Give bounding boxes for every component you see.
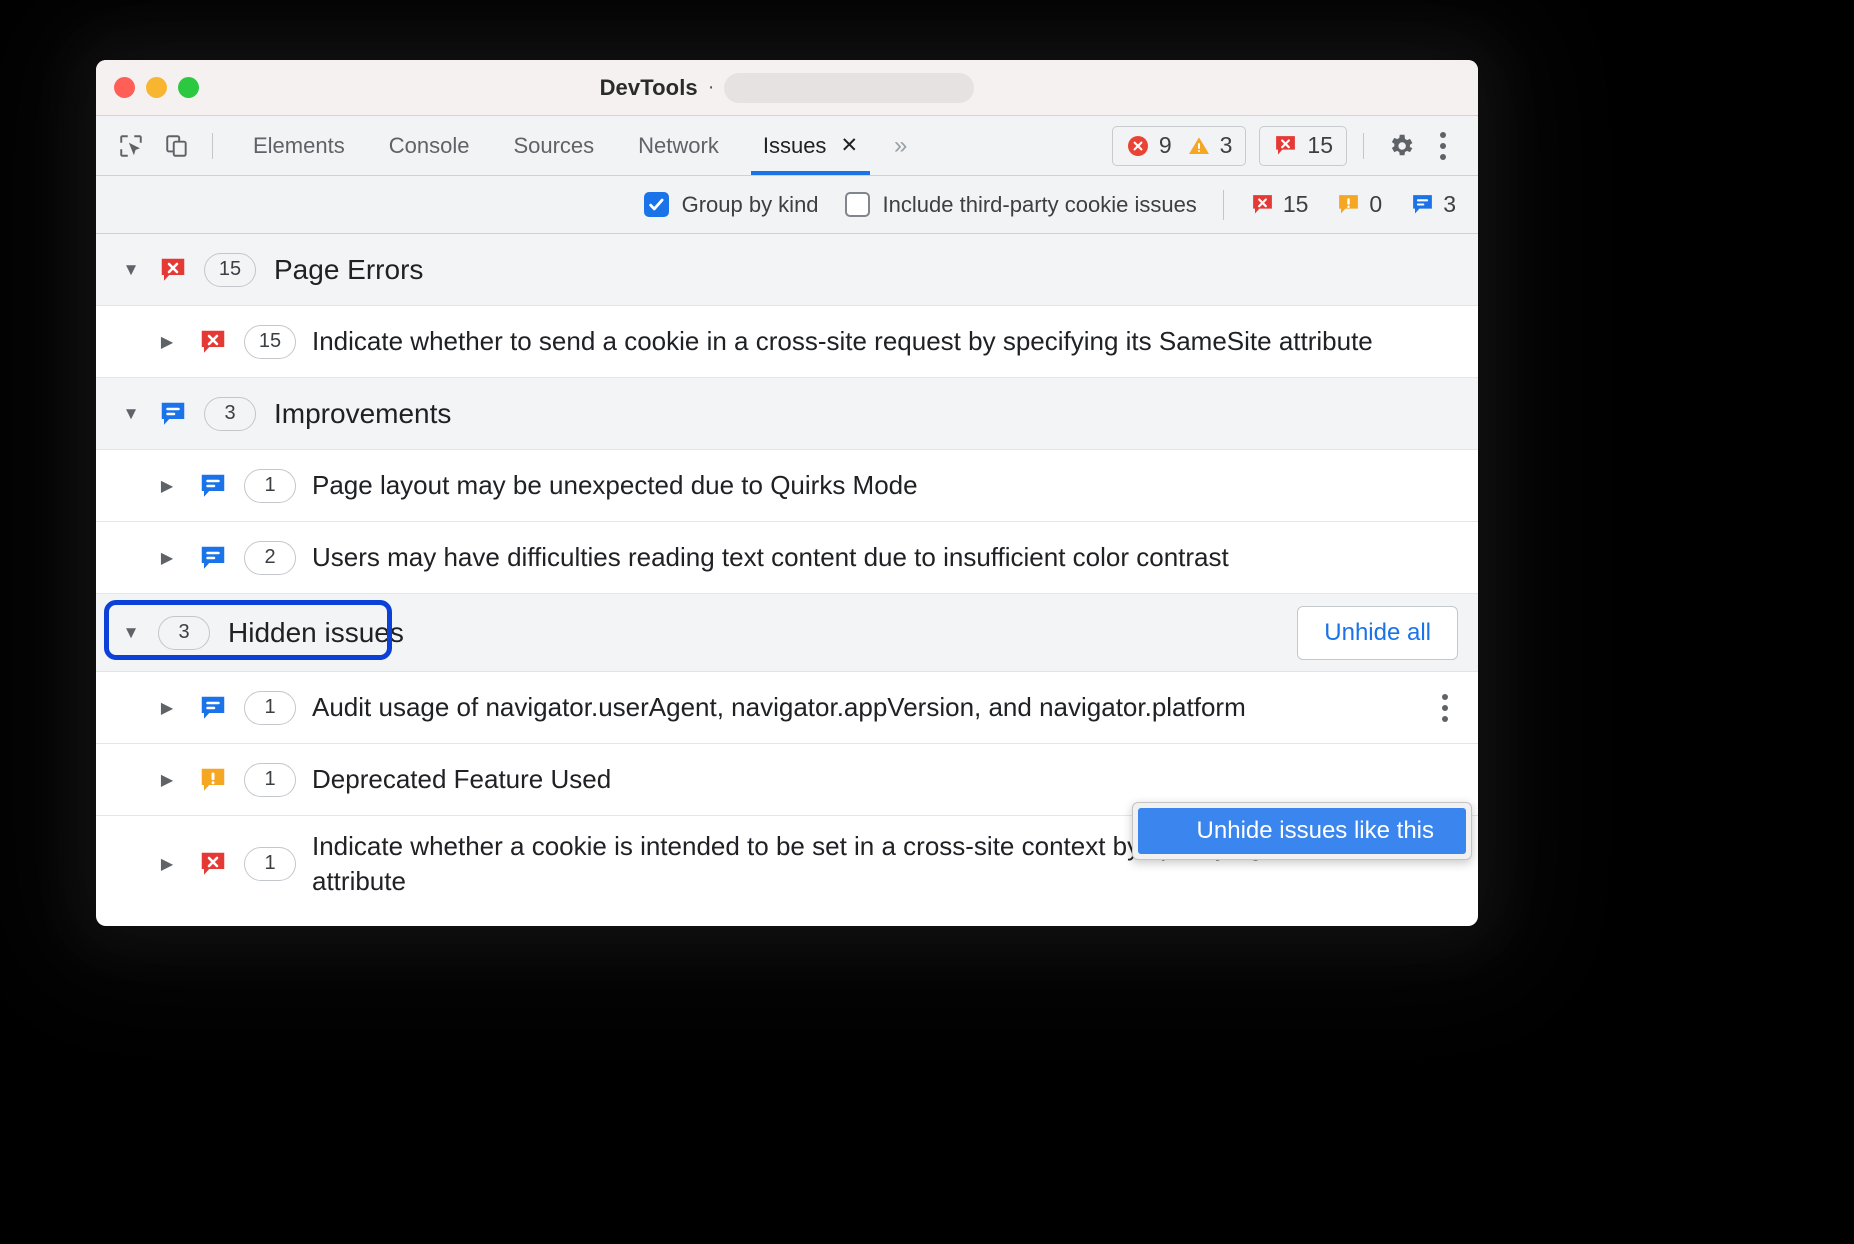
group-header-improvements[interactable]: ▼ 3 Improvements (96, 378, 1478, 450)
tab-label: Console (389, 133, 470, 159)
tab-label: Issues (763, 133, 827, 159)
issues-counter[interactable]: 15 (1259, 126, 1347, 166)
minimize-window-button[interactable] (146, 77, 167, 98)
kebab-menu-icon[interactable] (1422, 125, 1464, 167)
issue-row[interactable]: ▶ 15 Indicate whether to send a cookie i… (96, 306, 1478, 378)
zoom-window-button[interactable] (178, 77, 199, 98)
error-count: 9 (1159, 132, 1172, 159)
chevron-right-icon[interactable]: ▶ (154, 476, 180, 496)
group-count-badge: 3 (158, 616, 210, 650)
issue-row[interactable]: ▶ 1 Audit usage of navigator.userAgent, … (96, 672, 1478, 744)
issue-error-bubble-icon (1273, 133, 1298, 158)
filterbar-divider (1223, 190, 1224, 220)
issue-error-bubble-icon (1250, 192, 1275, 217)
issue-title: Indicate whether to send a cookie in a c… (312, 324, 1458, 359)
window-titlebar: DevTools · (96, 60, 1478, 116)
toolbar-divider-right (1363, 133, 1364, 159)
group-header-page-errors[interactable]: ▼ 15 Page Errors (96, 234, 1478, 306)
issue-info-bubble-icon (198, 543, 228, 573)
chevron-right-icon[interactable]: ▶ (154, 770, 180, 790)
issue-count-badge: 15 (244, 325, 296, 359)
panel-tabs: Elements Console Sources Network Issues … (231, 116, 918, 175)
tab-sources[interactable]: Sources (491, 116, 616, 175)
group-title: Improvements (274, 398, 451, 430)
window-title: DevTools (600, 75, 698, 101)
warning-triangle-icon (1187, 134, 1211, 158)
device-toolbar-icon[interactable] (160, 129, 194, 163)
group-by-kind-label: Group by kind (682, 192, 819, 218)
console-message-counter[interactable]: 9 3 (1112, 126, 1247, 166)
warning-issue-count: 0 (1369, 191, 1382, 218)
group-count-badge: 15 (204, 253, 256, 287)
issue-count-badge: 1 (244, 691, 296, 725)
warning-count: 3 (1220, 132, 1233, 159)
chevron-right-icon[interactable]: ▶ (154, 332, 180, 352)
devtools-window: DevTools · Element (96, 60, 1478, 926)
devtools-tabstrip: Elements Console Sources Network Issues … (96, 116, 1478, 176)
screenshot-stage: DevTools · Element (0, 0, 1854, 1244)
info-issue-count: 3 (1443, 191, 1456, 218)
close-window-button[interactable] (114, 77, 135, 98)
gear-icon[interactable] (1380, 125, 1422, 167)
include-third-party-label: Include third-party cookie issues (883, 192, 1197, 218)
group-header-hidden-issues[interactable]: ▼ 3 Hidden issues Unhide all (96, 594, 1478, 672)
chevron-right-icon[interactable]: ▶ (154, 854, 180, 874)
error-circle-icon (1126, 134, 1150, 158)
window-title-area: DevTools · (96, 73, 1478, 103)
more-tabs-icon[interactable]: » (880, 132, 918, 160)
checkbox-box-checked[interactable] (644, 192, 669, 217)
tab-label: Network (638, 133, 719, 159)
issue-error-bubble-icon (198, 849, 228, 879)
issue-kind-counts: 15 0 3 (1250, 191, 1456, 218)
traffic-lights (114, 77, 199, 98)
issue-row[interactable]: ▶ 2 Users may have difficulties reading … (96, 522, 1478, 594)
group-title: Page Errors (274, 254, 423, 286)
group-title: Hidden issues (228, 617, 404, 649)
unhide-all-button[interactable]: Unhide all (1297, 606, 1458, 660)
title-separator: · (708, 76, 715, 99)
chevron-right-icon[interactable]: ▶ (154, 548, 180, 568)
tab-issues[interactable]: Issues ✕ (741, 116, 880, 175)
issue-row-kebab-menu-icon[interactable] (1432, 690, 1458, 726)
issue-count-badge: 1 (244, 469, 296, 503)
context-menu: Unhide issues like this (1132, 802, 1472, 860)
error-issue-count: 15 (1283, 191, 1309, 218)
issue-info-bubble-icon (198, 693, 228, 723)
context-menu-item-unhide-issues-like-this[interactable]: Unhide issues like this (1138, 808, 1466, 854)
issue-warning-bubble-icon (1336, 192, 1361, 217)
issue-warning-bubble-icon (198, 765, 228, 795)
tab-network[interactable]: Network (616, 116, 741, 175)
issue-info-bubble-icon (198, 471, 228, 501)
inspect-element-icon[interactable] (114, 129, 148, 163)
close-icon[interactable]: ✕ (840, 135, 858, 156)
issue-row[interactable]: ▶ 1 Page layout may be unexpected due to… (96, 450, 1478, 522)
issue-count-badge: 2 (244, 541, 296, 575)
issues-filter-bar: Group by kind Include third-party cookie… (96, 176, 1478, 234)
tab-label: Sources (513, 133, 594, 159)
chevron-down-icon[interactable]: ▼ (118, 623, 144, 643)
checkbox-box-unchecked[interactable] (845, 192, 870, 217)
issue-title: Page layout may be unexpected due to Qui… (312, 468, 1458, 503)
issue-title: Users may have difficulties reading text… (312, 540, 1458, 575)
toolbar-divider (212, 133, 213, 159)
title-url-placeholder (724, 73, 974, 103)
chevron-down-icon[interactable]: ▼ (118, 404, 144, 424)
issues-count: 15 (1307, 132, 1333, 159)
issue-error-bubble-icon (158, 255, 188, 285)
tab-elements[interactable]: Elements (231, 116, 367, 175)
group-count-badge: 3 (204, 397, 256, 431)
chevron-right-icon[interactable]: ▶ (154, 698, 180, 718)
chevron-down-icon[interactable]: ▼ (118, 260, 144, 280)
tab-label: Elements (253, 133, 345, 159)
issue-count-badge: 1 (244, 763, 296, 797)
group-by-kind-checkbox[interactable]: Group by kind (644, 192, 819, 218)
tab-console[interactable]: Console (367, 116, 492, 175)
issue-error-bubble-icon (198, 327, 228, 357)
include-third-party-checkbox[interactable]: Include third-party cookie issues (845, 192, 1197, 218)
issue-info-bubble-icon (158, 399, 188, 429)
issue-title: Audit usage of navigator.userAgent, navi… (312, 690, 1414, 725)
issue-info-bubble-icon (1410, 192, 1435, 217)
issue-count-badge: 1 (244, 847, 296, 881)
issue-title: Deprecated Feature Used (312, 762, 1458, 797)
